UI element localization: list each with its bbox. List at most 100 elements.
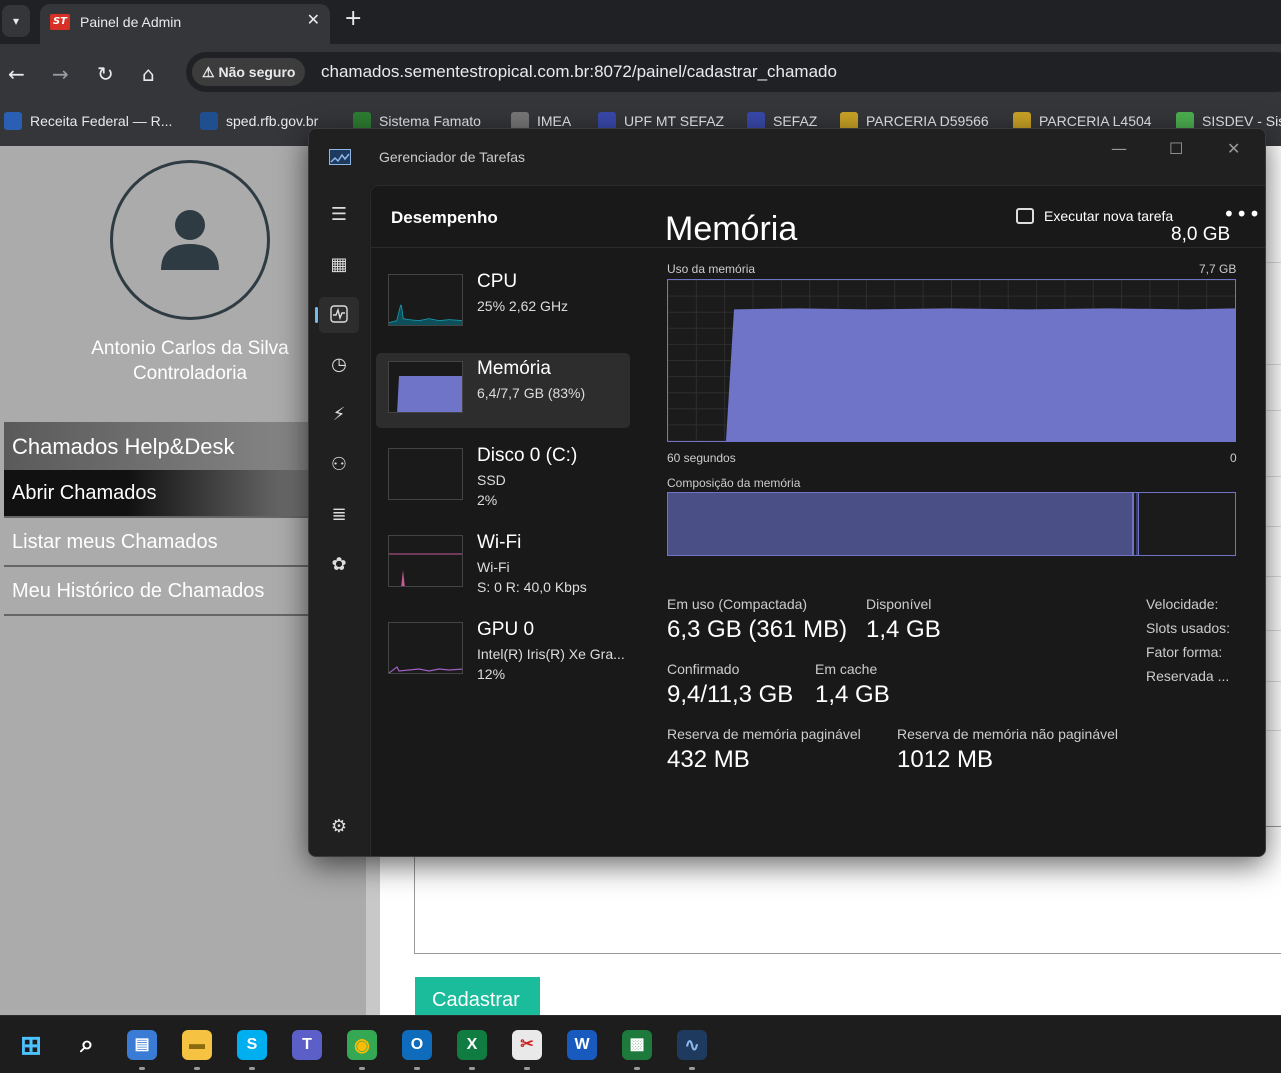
task-manager-titlebar: Gerenciador de Tarefas — ☐ ✕ [309,129,1265,185]
running-indicator [689,1067,695,1070]
bookmark-favicon-icon [4,112,22,130]
bookmark-label: PARCERIA L4504 [1039,113,1152,129]
memory-usage-chart [668,280,1235,441]
users-icon[interactable]: ⚇ [319,447,359,483]
panel-header: Desempenho Executar nova tarefa ••• [371,186,1265,248]
perf-item-detail: 25% 2,62 GHz [477,298,569,314]
tab-close-icon[interactable]: ✕ [307,10,320,29]
taskbar-start-icon[interactable]: ⊞ [16,1030,46,1060]
menu-header: Chamados Help&Desk [4,422,314,470]
close-window-icon[interactable]: ✕ [1227,139,1240,158]
running-indicator [194,1067,200,1070]
menu-item-historico[interactable]: Meu Histórico de Chamados [4,568,314,616]
taskbar-skype-icon[interactable]: S [237,1030,267,1060]
bookmark-item[interactable]: Receita Federal — R... [4,112,172,130]
perf-item-cpu[interactable]: CPU 25% 2,62 GHz [376,266,630,341]
run-new-task-button[interactable]: Executar nova tarefa [1016,208,1173,224]
taskbar-excel-icon[interactable]: X [457,1030,487,1060]
bookmark-item[interactable]: sped.rfb.gov.br [200,112,318,130]
minimize-icon[interactable]: — [1111,139,1127,158]
security-chip[interactable]: ⚠ Não seguro [192,58,306,86]
bookmark-label: Sistema Famato [379,113,481,129]
taskbar-search-icon[interactable]: ⌕ [72,1030,102,1060]
url-text[interactable]: chamados.sementestropical.com.br:8072/pa… [321,62,837,82]
perf-item-name: Memória [477,358,551,379]
task-manager-app-icon [329,149,351,165]
warning-triangle-icon: ⚠ [202,64,219,80]
panel-title: Desempenho [391,208,498,227]
taskbar-task-manager-icon[interactable]: ∿ [677,1030,707,1060]
perf-item-name: Disco 0 (C:) [477,445,578,466]
bookmark-favicon-icon [200,112,218,130]
taskbar-snipping-tool-icon[interactable]: ✂ [512,1030,542,1060]
composition-in-use [668,493,1134,555]
memory-usage-area [726,308,1235,441]
perf-item-name: Wi-Fi [477,532,522,553]
taskbar-widgets-icon[interactable]: ▤ [127,1030,157,1060]
perf-item-detail: 2% [477,492,498,508]
perf-item-name: CPU [477,271,518,292]
perf-item-detail: S: 0 R: 40,0 Kbps [477,579,587,595]
startup-apps-icon[interactable]: ⚡ [319,397,359,433]
memory-title: Memória [665,210,798,248]
avatar [110,160,270,320]
composition-label: Composição da memória [667,476,801,490]
perf-item-disco-0-c[interactable]: Disco 0 (C:) SSD 2% [376,440,630,515]
in-use-label: Em uso (Compactada) [667,596,808,612]
taskbar-teams-icon[interactable]: T [292,1030,322,1060]
running-indicator [634,1067,640,1070]
browser-tab[interactable]: ST Painel de Admin ✕ [40,4,330,44]
new-tab-icon[interactable]: + [344,6,362,31]
taskbar-word-icon[interactable]: W [567,1030,597,1060]
bookmark-label: Receita Federal — R... [30,113,173,129]
home-icon[interactable]: ⌂ [142,62,155,86]
app-history-icon[interactable]: ◷ [319,347,359,383]
processes-icon[interactable]: ▦ [319,247,359,283]
in-use-value: 6,3 GB (361 MB) [667,616,848,643]
more-options-icon[interactable]: ••• [1223,202,1261,226]
bookmark-label: IMEA [537,113,572,129]
back-arrow-icon[interactable]: ← [8,62,25,86]
usage-label: Uso da memória [667,262,756,276]
graph-time-left: 60 segundos [667,451,736,465]
committed-value: 9,4/11,3 GB [667,681,794,708]
graph-time-right: 0 [1230,451,1237,465]
browser-toolbar: ← → ↻ ⌂ ⚠ Não seguro chamados.sementestr… [0,44,1281,104]
memory-composition-bar [667,492,1236,556]
speed-label: Velocidade: [1146,596,1219,612]
address-bar[interactable]: ⚠ Não seguro chamados.sementestropical.c… [186,52,1281,92]
bookmark-label: SEFAZ [773,113,818,129]
taskbar-file-explorer-icon[interactable]: ▬ [182,1030,212,1060]
settings-gear-icon[interactable]: ⚙ [319,809,359,845]
bookmark-label: SISDEV - Sis [1202,113,1281,129]
available-label: Disponível [866,596,932,612]
taskbar-network-app-icon[interactable]: ▩ [622,1030,652,1060]
running-indicator [414,1067,420,1070]
menu-item-listar-chamados[interactable]: Listar meus Chamados [4,519,314,567]
cadastrar-button[interactable]: Cadastrar [415,977,540,1017]
memory-usage-graph [667,279,1236,442]
perf-item-detail: Wi-Fi [477,559,510,575]
hamburger-menu-icon[interactable]: ☰ [319,197,359,233]
perf-item-mem-ria[interactable]: Memória 6,4/7,7 GB (83%) [376,353,630,428]
running-indicator [249,1067,255,1070]
details-list-icon[interactable]: ≣ [319,497,359,533]
run-new-task-label: Executar nova tarefa [1044,208,1174,224]
taskbar-chrome-icon[interactable]: ◉ [347,1030,377,1060]
performance-resource-list: CPU 25% 2,62 GHz Memória 6,4/7,7 GB (83%) Di… [376,266,630,701]
reload-icon[interactable]: ↻ [97,62,114,86]
menu-item-abrir-chamados[interactable]: Abrir Chamados [4,470,314,518]
maximize-icon[interactable]: ☐ [1169,139,1183,158]
forward-arrow-icon[interactable]: → [52,62,69,86]
perf-item-gpu-0[interactable]: GPU 0 Intel(R) Iris(R) Xe Gra... 12% [376,614,630,689]
perf-item-wi-fi[interactable]: Wi-Fi Wi-Fi S: 0 R: 40,0 Kbps [376,527,630,602]
tab-search-chevron-icon[interactable]: ▾ [2,5,30,37]
bookmark-label: sped.rfb.gov.br [226,113,319,129]
available-value: 1,4 GB [866,616,941,643]
perf-item-name: GPU 0 [477,619,535,640]
taskbar-outlook-icon[interactable]: O [402,1030,432,1060]
perf-item-detail: SSD [477,472,506,488]
performance-icon[interactable] [315,297,359,333]
hardware-reserved-label: Reservada ... [1146,668,1230,684]
services-icon[interactable]: ✿ [319,547,359,583]
